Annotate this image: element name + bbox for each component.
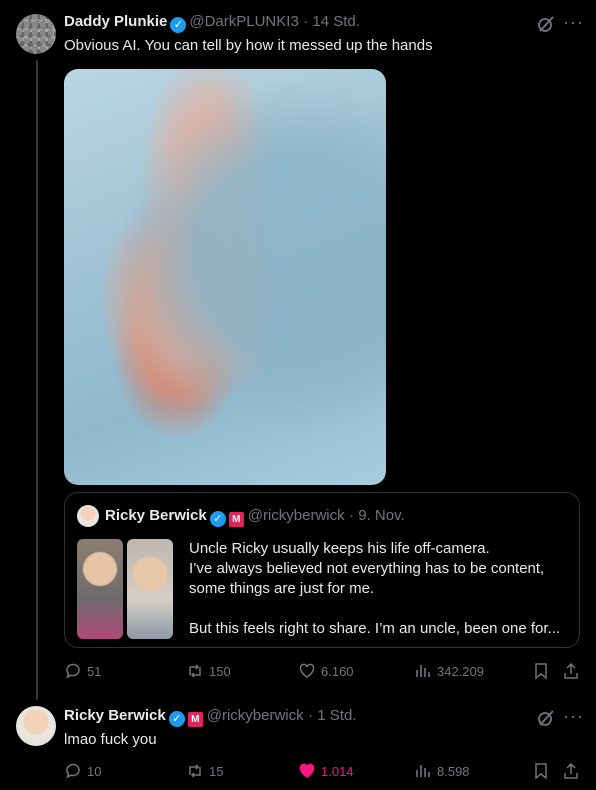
- views-button[interactable]: 8.598: [414, 762, 470, 780]
- views-button[interactable]: 342.209: [414, 662, 484, 680]
- views-icon: [416, 765, 430, 777]
- views-icon: [416, 665, 430, 677]
- tweet-text: lmao fuck you: [64, 731, 157, 748]
- quote-thumbnail-2: [127, 539, 173, 639]
- tweet-header: Ricky Berwick ✓ M @rickyberwick · 1 Std.: [64, 707, 356, 727]
- share-button[interactable]: [562, 662, 580, 680]
- reply-button[interactable]: 10: [64, 762, 101, 780]
- reply-icon: [66, 663, 80, 679]
- verified-icon: ✓: [170, 17, 187, 33]
- timestamp[interactable]: · 1 Std.: [308, 707, 356, 724]
- affiliate-badge: M: [187, 712, 203, 727]
- affiliate-badge: M: [228, 512, 244, 527]
- like-count: 6.160: [321, 663, 354, 679]
- reply-button[interactable]: 51: [64, 662, 101, 680]
- bookmark-icon: [535, 763, 547, 780]
- quote-avatar: [77, 505, 99, 527]
- like-button[interactable]: 6.160: [298, 662, 354, 680]
- quote-header: Ricky Berwick ✓ M @rickyberwick · 9. Nov.: [105, 507, 405, 527]
- repost-button[interactable]: 15: [186, 762, 223, 780]
- thread-line: [36, 60, 38, 700]
- quote-line: some things are just for me.: [189, 580, 375, 597]
- like-icon: [299, 763, 315, 778]
- bookmark-button[interactable]: [532, 762, 550, 780]
- quote-line: Uncle Ricky usually keeps his life off-c…: [189, 540, 490, 557]
- quote-text: Uncle Ricky usually keeps his life off-c…: [189, 539, 560, 639]
- share-button[interactable]: [562, 762, 580, 780]
- repost-count: 15: [209, 763, 224, 779]
- quote-tweet[interactable]: Ricky Berwick ✓ M @rickyberwick · 9. Nov. U…: [64, 492, 580, 648]
- repost-button[interactable]: 150: [186, 662, 231, 680]
- more-icon[interactable]: ···: [563, 707, 584, 725]
- repost-icon: [189, 664, 201, 678]
- share-icon: [564, 762, 578, 779]
- view-count: 8.598: [437, 763, 470, 779]
- author-handle[interactable]: @rickyberwick: [207, 707, 304, 724]
- reply-count: 10: [87, 763, 102, 779]
- reply-icon: [66, 763, 80, 779]
- share-icon: [564, 662, 578, 679]
- repost-icon: [189, 764, 201, 778]
- quote-author-handle: @rickyberwick: [247, 507, 345, 524]
- grok-icon[interactable]: [536, 708, 556, 728]
- avatar[interactable]: [16, 14, 56, 54]
- avatar[interactable]: [16, 706, 56, 746]
- timestamp[interactable]: · 14 Std.: [303, 13, 360, 30]
- quote-timestamp: · 9. Nov.: [349, 507, 405, 524]
- like-button[interactable]: 1.014: [298, 762, 354, 780]
- bookmark-button[interactable]: [532, 662, 550, 680]
- tweet-text: Obvious AI. You can tell by how it messe…: [64, 37, 433, 54]
- author-name[interactable]: Ricky Berwick: [64, 707, 166, 724]
- like-count: 1.014: [321, 763, 354, 779]
- reply-count: 51: [87, 663, 102, 679]
- grok-icon[interactable]: [536, 14, 556, 34]
- repost-count: 150: [209, 663, 231, 679]
- quote-line: But this feels right to share. I’m an un…: [189, 620, 561, 637]
- verified-icon: ✓: [209, 511, 226, 527]
- quote-author-name: Ricky Berwick: [105, 507, 207, 524]
- quote-line: I’ve always believed not everything has …: [189, 560, 545, 577]
- tweet-header: Daddy Plunkie ✓ @DarkPLUNKI3 · 14 Std.: [64, 13, 360, 33]
- author-handle[interactable]: @DarkPLUNKI3: [189, 13, 298, 30]
- tweet-image[interactable]: [64, 69, 386, 485]
- bookmark-icon: [535, 663, 547, 680]
- quote-thumbnail-1: [77, 539, 123, 639]
- view-count: 342.209: [437, 663, 484, 679]
- like-icon: [299, 663, 315, 678]
- author-name[interactable]: Daddy Plunkie: [64, 13, 167, 30]
- more-icon[interactable]: ···: [563, 13, 584, 31]
- verified-icon: ✓: [168, 711, 185, 727]
